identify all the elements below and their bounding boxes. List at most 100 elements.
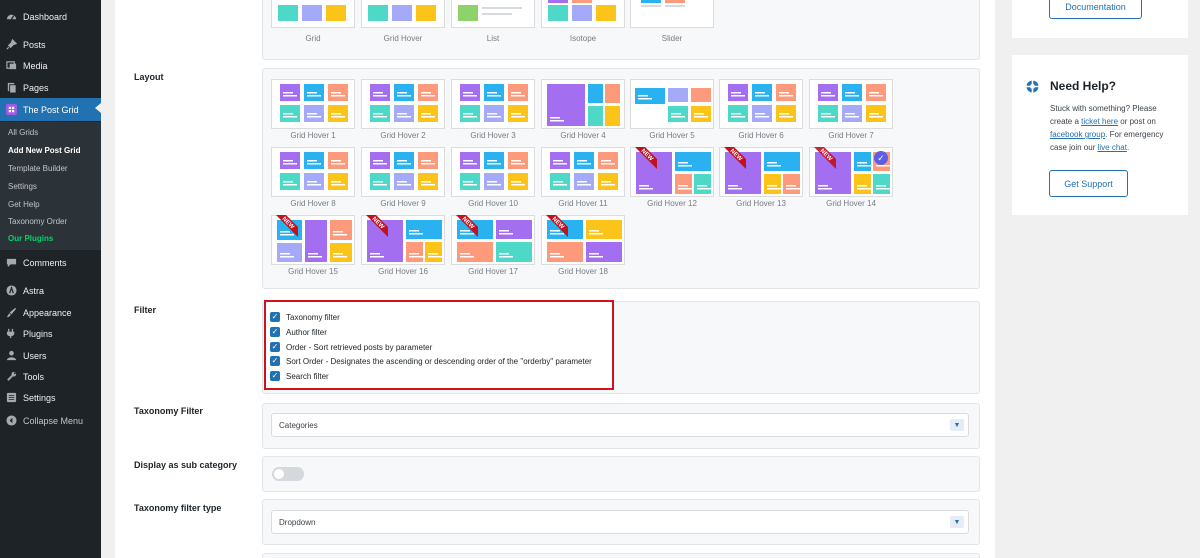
submenu-template-builder[interactable]: Template Builder: [8, 164, 68, 173]
collapse-icon: [5, 415, 17, 427]
checkbox-checked-icon[interactable]: ✓: [270, 371, 280, 381]
filter-option-order[interactable]: ✓ Order - Sort retrieved posts by paramet…: [270, 342, 432, 352]
menu-settings[interactable]: Settings: [0, 387, 101, 408]
taxonomy-filter-value: Categories: [279, 420, 318, 430]
menu-post-grid-label: The Post Grid: [23, 104, 79, 115]
menu-users[interactable]: Users: [0, 345, 101, 366]
layout-option-grid-hover-1[interactable]: [271, 79, 355, 129]
menu-media[interactable]: Media: [0, 55, 101, 76]
users-icon: [5, 350, 17, 362]
layout-option-grid-hover-5[interactable]: [630, 79, 714, 129]
documentation-button[interactable]: Documentation: [1049, 0, 1142, 19]
layout-type-grid-hover[interactable]: [361, 0, 445, 28]
menu-astra[interactable]: Astra: [0, 280, 101, 301]
settings-icon: [5, 392, 17, 404]
menu-media-label: Media: [23, 60, 48, 71]
collapse-menu-label: Collapse Menu: [23, 415, 84, 426]
menu-appearance[interactable]: Appearance: [0, 302, 101, 323]
checkbox-checked-icon[interactable]: ✓: [270, 356, 280, 366]
help-text: Stuck with something? Please create a ti…: [1050, 102, 1180, 154]
menu-plugins[interactable]: Plugins: [0, 323, 101, 344]
menu-posts[interactable]: Posts: [0, 34, 101, 55]
layout-option-label: Grid Hover 12: [647, 199, 697, 208]
taxonomy-filter-type-select[interactable]: Dropdown ▼: [271, 510, 969, 534]
layout-option-grid-hover-13[interactable]: NEW: [719, 147, 803, 197]
layout-option-grid-hover-16[interactable]: NEW: [361, 215, 445, 265]
layout-type-label: List: [486, 34, 500, 43]
astra-icon: [5, 285, 17, 297]
submenu-our-plugins[interactable]: Our Plugins: [8, 234, 53, 243]
layout-option-label: Grid Hover 9: [380, 199, 426, 208]
pin-icon: [5, 39, 17, 51]
pages-icon: [5, 82, 17, 94]
menu-tools[interactable]: Tools: [0, 366, 101, 387]
layout-option-grid-hover-11[interactable]: [541, 147, 625, 197]
submenu-get-help[interactable]: Get Help: [8, 200, 40, 209]
menu-the-post-grid[interactable]: The Post Grid: [0, 98, 101, 121]
menu-dashboard-label: Dashboard: [23, 11, 68, 22]
layout-option-grid-hover-9[interactable]: [361, 147, 445, 197]
menu-comments-label: Comments: [23, 257, 67, 268]
submenu-taxonomy-order[interactable]: Taxonomy Order: [8, 217, 67, 226]
menu-pages[interactable]: Pages: [0, 77, 101, 98]
filter-option-sort-order[interactable]: ✓ Sort Order - Designates the ascending o…: [270, 356, 592, 366]
layout-option-label: Grid Hover 7: [828, 131, 874, 140]
layout-option-grid-hover-3[interactable]: [451, 79, 535, 129]
filter-option-taxonomy[interactable]: ✓ Taxonomy filter: [270, 312, 340, 322]
menu-plugins-label: Plugins: [23, 328, 53, 339]
ticket-link[interactable]: ticket here: [1081, 117, 1118, 126]
plug-icon: [5, 328, 17, 340]
layout-option-grid-hover-10[interactable]: [451, 147, 535, 197]
layout-option-grid-hover-15[interactable]: NEW: [271, 215, 355, 265]
menu-posts-label: Posts: [23, 39, 46, 50]
comment-icon: [5, 257, 17, 269]
checkbox-checked-icon[interactable]: ✓: [270, 342, 280, 352]
next-panel: [262, 553, 980, 558]
checkbox-checked-icon[interactable]: ✓: [270, 312, 280, 322]
checkbox-checked-icon[interactable]: ✓: [270, 327, 280, 337]
layout-type-isotope[interactable]: [541, 0, 625, 28]
submenu-add-new-post-grid[interactable]: Add New Post Grid: [8, 146, 80, 155]
admin-sidebar: Dashboard Posts Media Pages The Post Gri…: [0, 0, 101, 558]
menu-comments[interactable]: Comments: [0, 252, 101, 273]
toggle-knob: [274, 469, 284, 479]
menu-dashboard[interactable]: Dashboard: [0, 6, 101, 27]
layout-option-grid-hover-18[interactable]: NEW: [541, 215, 625, 265]
submenu-settings[interactable]: Settings: [8, 182, 37, 191]
facebook-group-link[interactable]: facebook group: [1050, 130, 1105, 139]
filter-option-search[interactable]: ✓ Search filter: [270, 371, 329, 381]
layout-option-grid-hover-4[interactable]: [541, 79, 625, 129]
layout-option-label: Grid Hover 13: [736, 199, 786, 208]
menu-tools-label: Tools: [23, 371, 45, 382]
filter-option-label: Sort Order - Designates the ascending or…: [286, 356, 592, 366]
layout-option-label: Grid Hover 18: [558, 267, 608, 276]
collapse-menu-button[interactable]: Collapse Menu: [0, 410, 101, 431]
filter-label: Filter: [134, 305, 157, 315]
layout-option-grid-hover-6[interactable]: [719, 79, 803, 129]
taxonomy-filter-select[interactable]: Categories ▼: [271, 413, 969, 437]
live-chat-link[interactable]: live chat: [1098, 143, 1127, 152]
layout-type-grid[interactable]: [271, 0, 355, 28]
layout-option-grid-hover-8[interactable]: [271, 147, 355, 197]
brush-icon: [5, 307, 17, 319]
layout-option-label: Grid Hover 8: [290, 199, 336, 208]
layout-option-label: Grid Hover 3: [470, 131, 516, 140]
filter-option-label: Order - Sort retrieved posts by paramete…: [286, 342, 433, 352]
taxonomy-filter-type-label: Taxonomy filter type: [134, 503, 222, 513]
layout-type-list[interactable]: [451, 0, 535, 28]
layout-option-grid-hover-2[interactable]: [361, 79, 445, 129]
get-support-button[interactable]: Get Support: [1049, 170, 1128, 197]
layout-option-grid-hover-12[interactable]: NEW: [630, 147, 714, 197]
menu-users-label: Users: [23, 350, 47, 361]
taxonomy-filter-label: Taxonomy Filter: [134, 406, 203, 416]
layout-type-slider[interactable]: [630, 0, 714, 28]
layout-type-label: Isotope: [569, 34, 597, 43]
layout-option-grid-hover-17[interactable]: NEW: [451, 215, 535, 265]
get-support-label: Get Support: [1064, 178, 1113, 189]
layout-option-grid-hover-14[interactable]: ✓ NEW: [809, 147, 893, 197]
layout-option-grid-hover-7[interactable]: [809, 79, 893, 129]
filter-option-author[interactable]: ✓ Author filter: [270, 327, 327, 337]
taxonomy-filter-type-value: Dropdown: [279, 517, 316, 527]
sub-category-toggle[interactable]: [272, 467, 304, 481]
submenu-all-grids[interactable]: All Grids: [8, 128, 38, 137]
